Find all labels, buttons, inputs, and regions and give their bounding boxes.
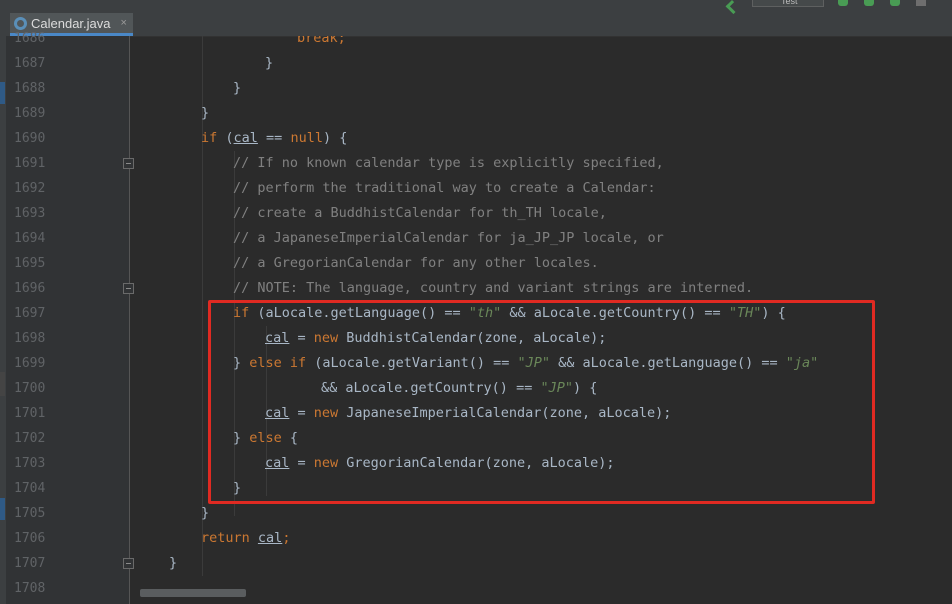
code-comment: // perform the traditional way to create…	[233, 180, 656, 196]
line-number: 1701	[14, 406, 46, 421]
code-line: }	[169, 555, 178, 571]
variable: cal	[233, 130, 258, 146]
code-line: }	[201, 505, 210, 521]
code-comment: // create a BuddhistCalendar for th_TH l…	[233, 205, 607, 221]
code-text: ) {	[322, 130, 348, 146]
editor-tab-bar: Calendar.java × Test	[0, 0, 952, 37]
line-number: 1687	[14, 56, 46, 71]
code-line: return cal;	[201, 526, 290, 551]
line-number: 1700	[14, 381, 46, 396]
code-comment: // a JapaneseImperialCalendar for ja_JP_…	[233, 230, 664, 246]
keyword: return	[201, 530, 250, 546]
line-number: 1695	[14, 256, 46, 271]
keyword: break;	[297, 36, 346, 46]
line-number: 1705	[14, 506, 46, 521]
coverage-icon[interactable]	[890, 0, 900, 6]
build-arrow-icon[interactable]	[725, 0, 740, 15]
line-number: 1692	[14, 181, 46, 196]
fold-icon[interactable]	[123, 283, 134, 294]
line-number: 1689	[14, 106, 46, 121]
line-number: 1702	[14, 431, 46, 446]
code-text: (	[217, 130, 234, 146]
code-line: }	[233, 80, 242, 96]
line-number: 1688	[14, 81, 46, 96]
keyword: null	[290, 130, 323, 146]
line-number: 1703	[14, 456, 46, 471]
line-number: 1697	[14, 306, 46, 321]
fold-icon[interactable]	[123, 558, 134, 569]
line-number: 1691	[14, 156, 46, 171]
line-number: 1706	[14, 531, 46, 546]
line-number: 1686	[14, 31, 46, 46]
stop-icon[interactable]	[916, 0, 926, 6]
keyword: if	[201, 130, 218, 146]
code-text: ==	[257, 130, 291, 146]
debug-icon[interactable]	[864, 0, 874, 6]
line-number: 1698	[14, 331, 46, 346]
line-number: 1696	[14, 281, 46, 296]
code-line: }	[265, 55, 274, 71]
run-icon[interactable]	[838, 0, 848, 6]
horizontal-scrollbar[interactable]	[140, 589, 246, 597]
line-number: 1694	[14, 231, 46, 246]
run-configuration-dropdown[interactable]: Test	[752, 0, 824, 7]
code-comment: // NOTE: The language, country and varia…	[233, 280, 754, 296]
code-line: }	[201, 105, 210, 121]
line-number: 1699	[14, 356, 46, 371]
code-text: ;	[282, 530, 291, 546]
structure-marker	[0, 498, 5, 520]
line-number: 1708	[14, 581, 46, 596]
variable: cal	[257, 530, 283, 546]
highlight-box	[208, 300, 875, 504]
code-comment: // a GregorianCalendar for any other loc…	[233, 255, 599, 271]
line-number: 1690	[14, 131, 46, 146]
line-number-gutter: 1686 1687 1688 1689 1690 1691 1692 1693 …	[6, 31, 134, 604]
tab-close-icon[interactable]: ×	[121, 17, 127, 29]
line-number: 1704	[14, 481, 46, 496]
structure-marker	[0, 372, 5, 396]
line-number: 1707	[14, 556, 46, 571]
code-comment: // If no known calendar type is explicit…	[233, 155, 664, 171]
code-line: if (cal == null) {	[201, 126, 347, 151]
code-line: break;	[297, 36, 346, 51]
line-number: 1693	[14, 206, 46, 221]
fold-icon[interactable]	[123, 158, 134, 169]
structure-marker	[0, 82, 5, 104]
